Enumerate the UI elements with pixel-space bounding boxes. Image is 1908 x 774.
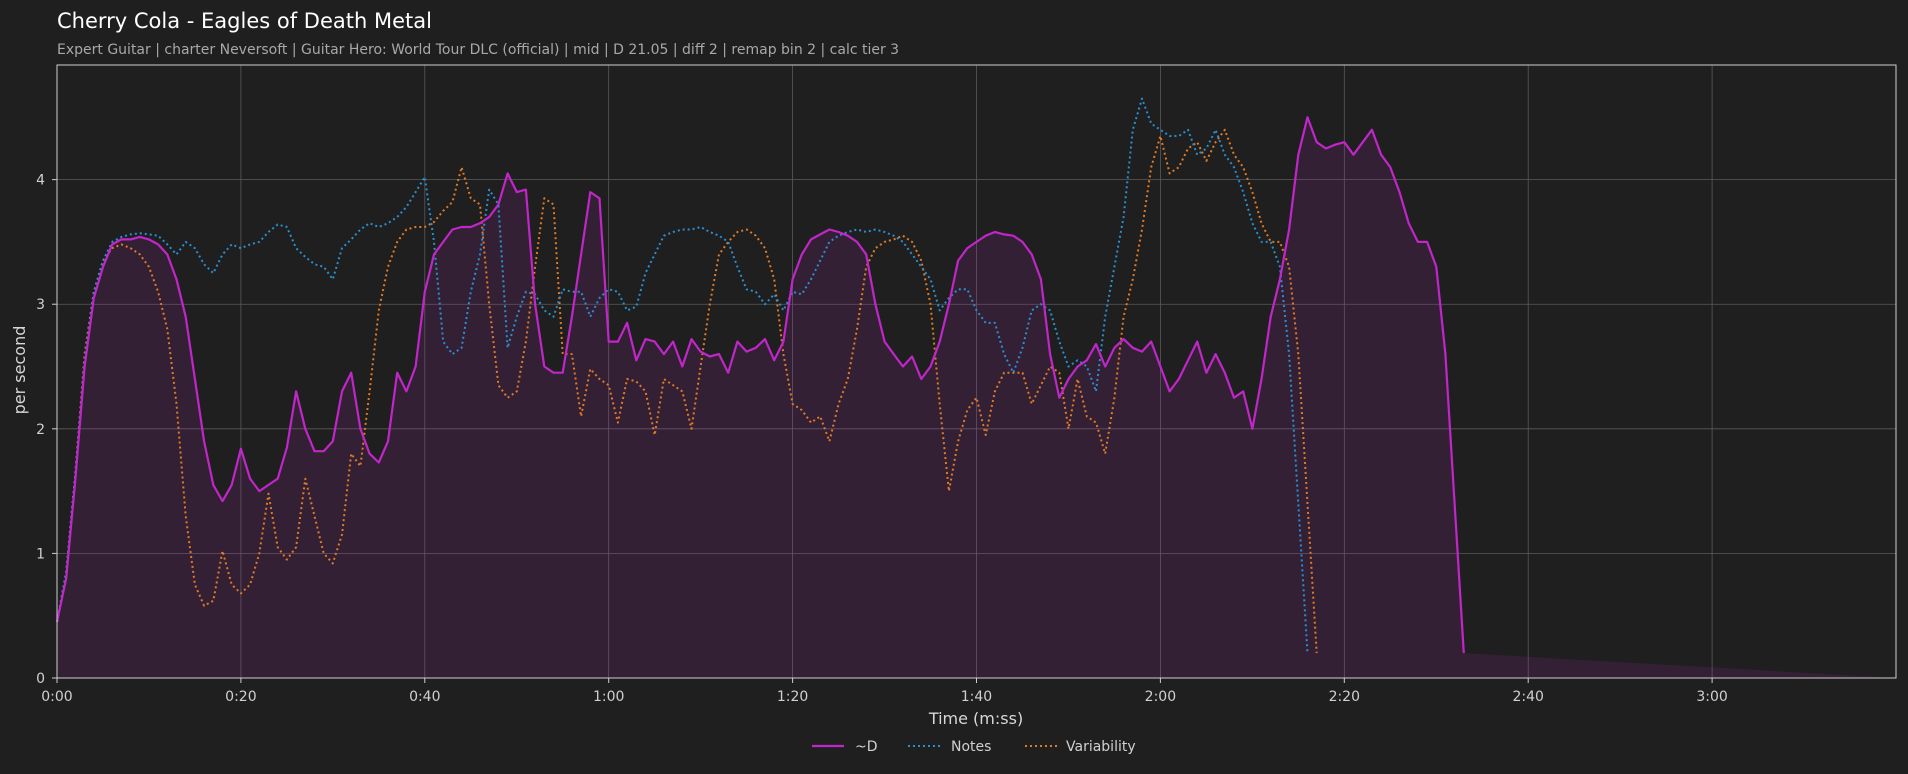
x-tick-label: 0:00	[41, 689, 72, 705]
x-tick-label: 1:20	[777, 689, 808, 705]
x-tick-label: 0:20	[225, 689, 256, 705]
chart-figure: Cherry Cola - Eagles of Death Metal Expe…	[10, 9, 1897, 755]
y-axis-label: per second	[10, 326, 29, 415]
x-tick-label: 0:40	[409, 689, 440, 705]
x-tick-label: 1:00	[593, 689, 624, 705]
y-axis-ticks: 0 1 2 3 4	[36, 173, 57, 687]
legend-label-notes: Notes	[951, 739, 991, 755]
legend: ~D Notes Variability	[812, 739, 1136, 755]
chart-subtitle: Expert Guitar | charter Neversoft | Guit…	[57, 42, 899, 58]
x-tick-label: 2:00	[1145, 689, 1176, 705]
legend-label-variability: Variability	[1066, 739, 1136, 755]
y-tick-label: 2	[36, 422, 45, 438]
x-axis-label: Time (m:ss)	[928, 709, 1023, 728]
x-axis-ticks: 0:00 0:20 0:40 1:00 1:20 1:40 2:00 2:20 2:40 3:00	[41, 678, 1728, 705]
x-tick-label: 3:00	[1696, 689, 1727, 705]
legend-label-d: ~D	[855, 739, 878, 755]
y-tick-label: 3	[36, 297, 45, 313]
chart-title: Cherry Cola - Eagles of Death Metal	[57, 9, 432, 33]
y-tick-label: 4	[36, 173, 45, 189]
y-tick-label: 0	[36, 671, 45, 687]
x-tick-label: 2:20	[1329, 689, 1360, 705]
x-tick-label: 1:40	[961, 689, 992, 705]
x-tick-label: 2:40	[1512, 689, 1543, 705]
y-tick-label: 1	[36, 546, 45, 562]
